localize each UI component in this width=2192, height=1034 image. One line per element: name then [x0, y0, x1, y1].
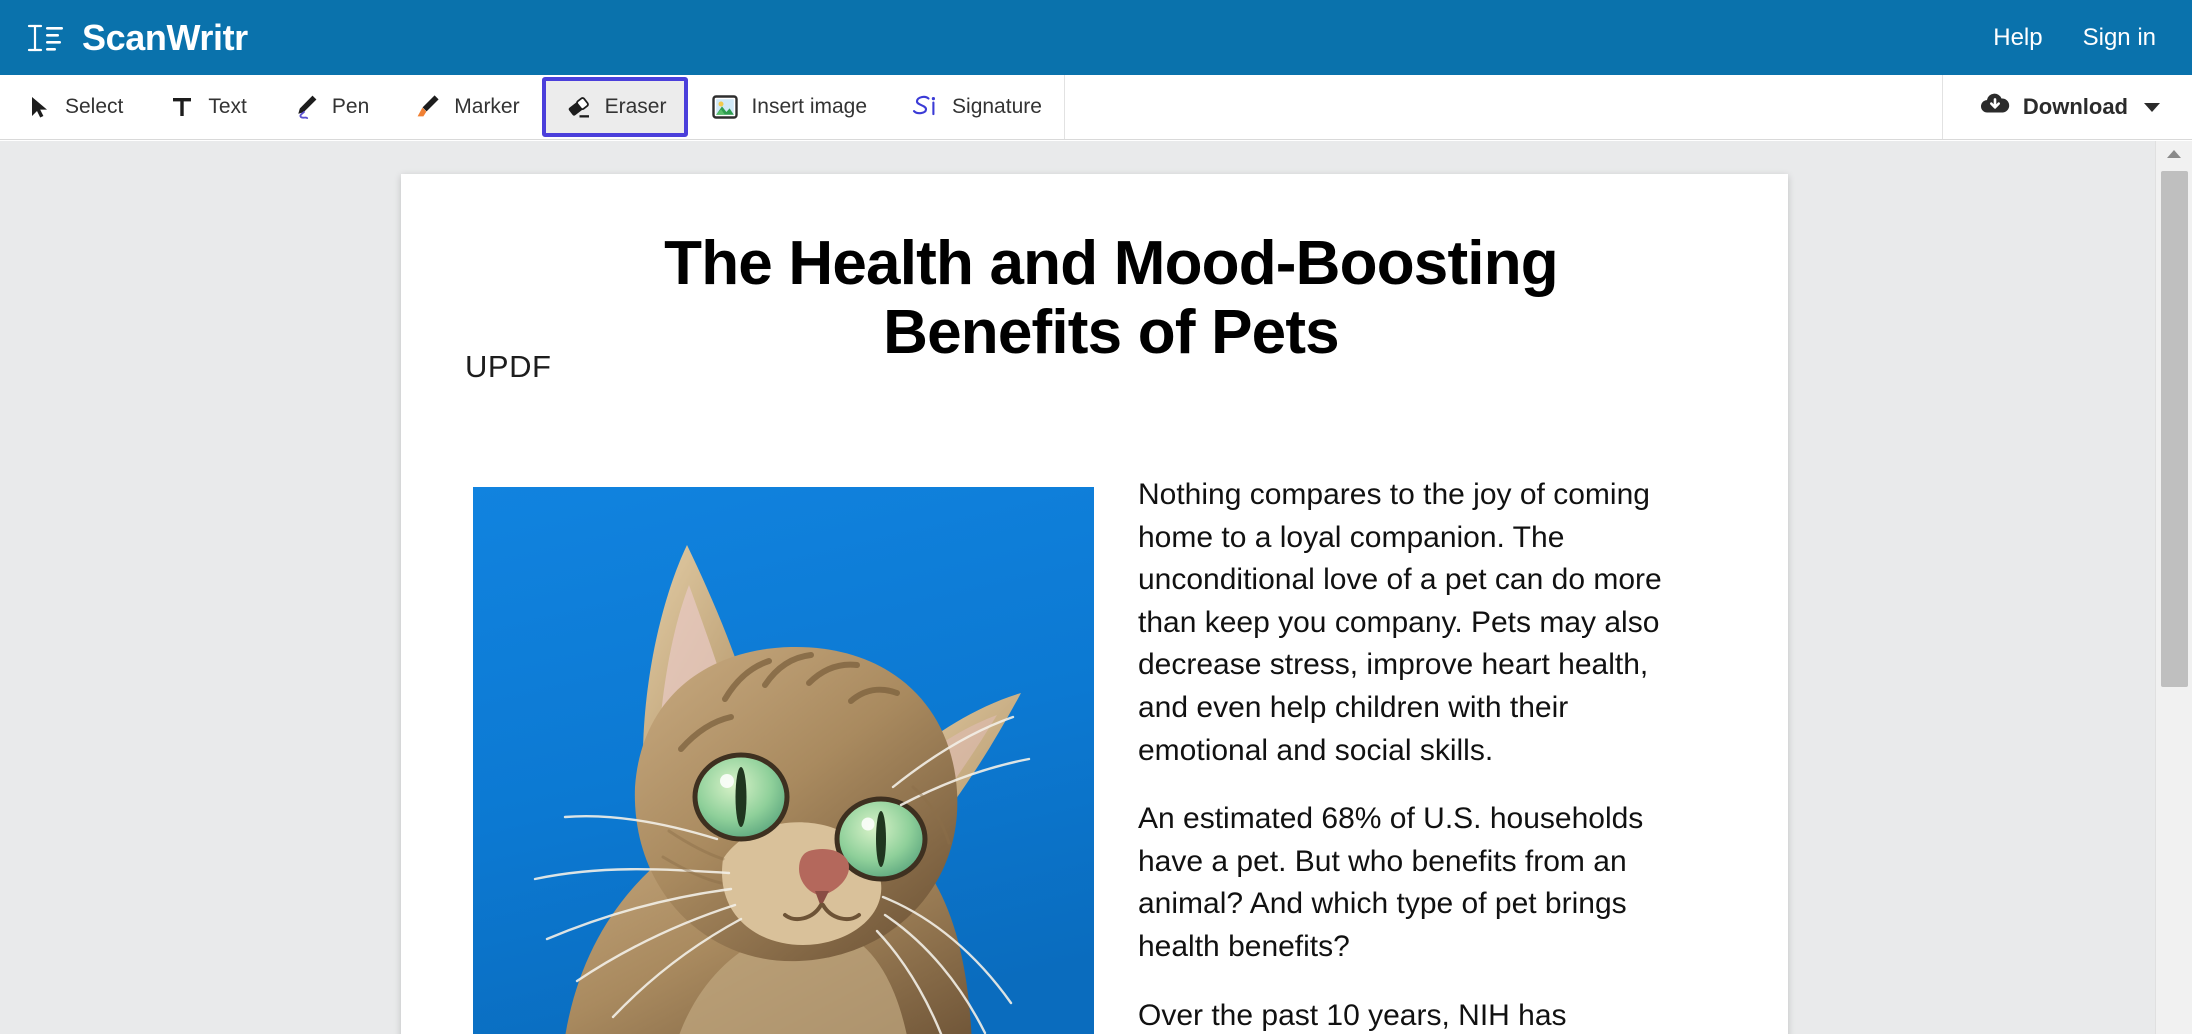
scroll-up-arrow-icon[interactable]	[2156, 143, 2192, 165]
document-text-column: Nothing compares to the joy of coming ho…	[1138, 474, 1693, 1034]
text-t-icon	[167, 92, 197, 122]
header-links: Help Sign in	[1993, 25, 2164, 50]
tool-button-signature[interactable]: Signature	[889, 75, 1064, 139]
tool-button-pen[interactable]: Pen	[269, 75, 391, 139]
tool-button-select[interactable]: Select	[0, 75, 145, 139]
tool-label-eraser: Eraser	[604, 95, 667, 118]
cursor-arrow-icon	[24, 92, 54, 122]
signature-icon	[911, 92, 941, 122]
download-label: Download	[2022, 94, 2128, 119]
pen-icon	[291, 92, 321, 122]
help-link[interactable]: Help	[1993, 25, 2042, 50]
tool-button-marker[interactable]: Marker	[391, 75, 541, 139]
download-area: Download	[1941, 75, 2192, 139]
scroll-up-arrow-glyph	[2167, 150, 2181, 158]
brand-logo[interactable]: ScanWritr	[24, 18, 248, 58]
download-button[interactable]: Download	[1973, 90, 2166, 124]
app-header: ScanWritr Help Sign in	[0, 0, 2192, 75]
document-photo-cat[interactable]	[473, 487, 1094, 1034]
document-paragraph: Nothing compares to the joy of coming ho…	[1138, 478, 1662, 767]
tool-button-eraser[interactable]: Eraser	[541, 77, 689, 137]
editor-toolbar: Select Text Pen Marker Eraser Insert ima…	[0, 75, 2192, 140]
document-paragraph: An estimated 68% of U.S. households have…	[1138, 802, 1644, 963]
sign-in-link[interactable]: Sign in	[2083, 25, 2156, 50]
marker-icon	[413, 92, 443, 122]
tool-label-pen: Pen	[331, 95, 370, 118]
insert-image-icon	[710, 92, 740, 122]
vertical-scrollbar[interactable]	[2155, 141, 2192, 1034]
document-watermark: UPDF	[465, 349, 552, 384]
cloud-download-icon	[1979, 91, 2011, 123]
document-title: The Health and Mood-Boosting Benefits of…	[664, 229, 1559, 368]
tool-label-select: Select	[65, 95, 124, 118]
eraser-icon	[564, 92, 594, 122]
tool-button-text[interactable]: Text	[145, 75, 269, 139]
tool-group: Select Text Pen Marker Eraser Insert ima…	[0, 75, 1065, 139]
tool-label-insert-image: Insert image	[751, 95, 868, 118]
document-page[interactable]: The Health and Mood-Boosting Benefits of…	[401, 174, 1788, 1034]
tool-label-signature: Signature	[952, 95, 1042, 118]
document-workspace[interactable]: The Health and Mood-Boosting Benefits of…	[0, 141, 2192, 1034]
document-paragraph: Over the past 10 years, NIH has partnere…	[1138, 998, 1567, 1032]
tool-label-marker: Marker	[454, 95, 520, 118]
brand-name: ScanWritr	[82, 16, 248, 58]
tool-button-insert-image[interactable]: Insert image	[688, 75, 889, 139]
scroll-thumb[interactable]	[2161, 171, 2188, 687]
text-cursor-lines-icon	[24, 18, 68, 58]
chevron-down-icon	[2144, 102, 2160, 112]
tool-label-text: Text	[208, 95, 247, 118]
